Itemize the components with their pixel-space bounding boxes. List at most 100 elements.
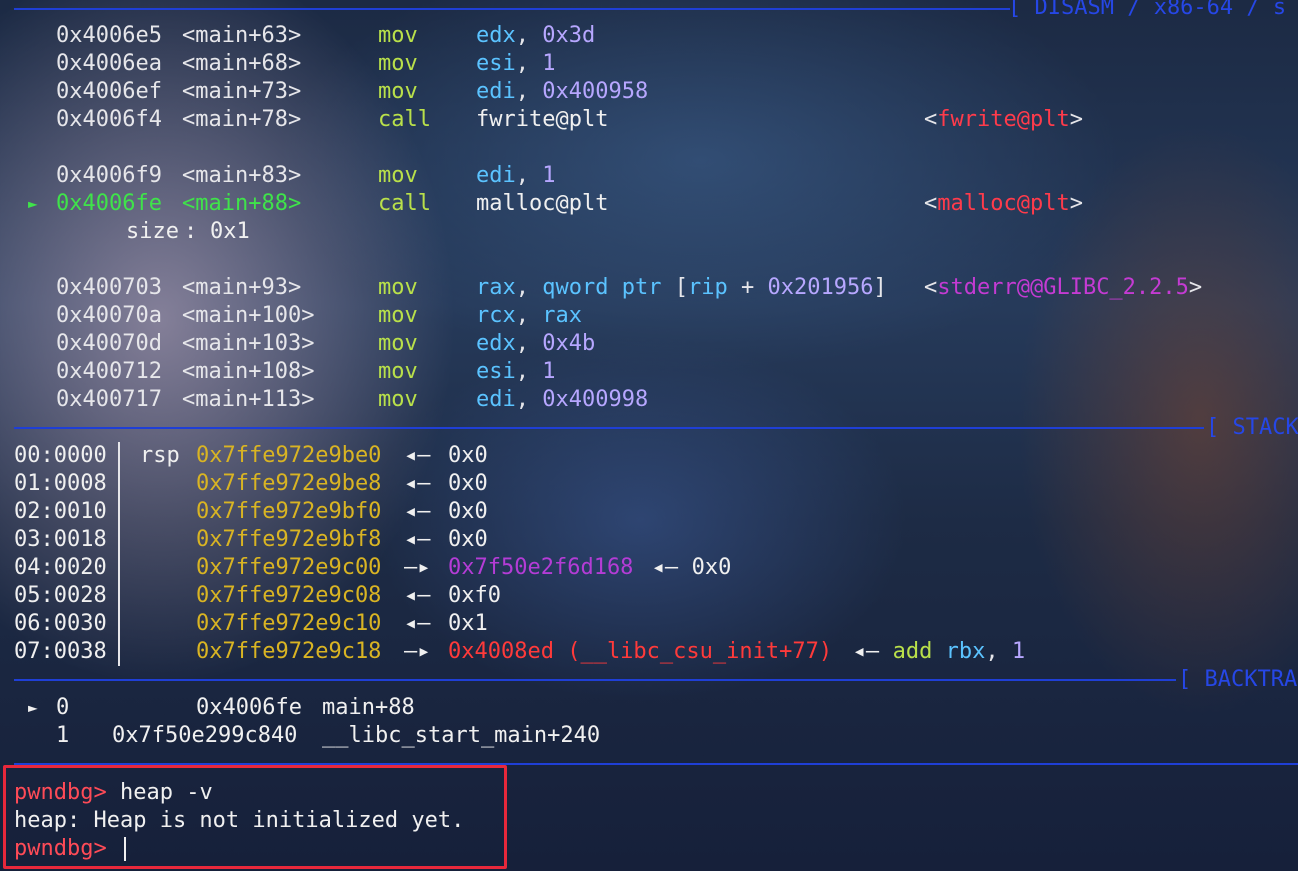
console-input-line[interactable]: pwndbg> xyxy=(14,835,126,863)
stack-offset: 07:0038 xyxy=(14,639,107,664)
stack-address: 0x7ffe972e9be8 xyxy=(196,471,382,496)
stack-section-title: [ STACK xyxy=(1206,415,1298,440)
frame-function: main+88 xyxy=(322,695,415,720)
disasm-section-title: [ DISASM / x86-64 / s xyxy=(1008,0,1287,20)
stack-value: 0x0 xyxy=(448,443,488,468)
instruction-address: 0x400703 xyxy=(56,275,162,300)
instruction-operands: edi, 0x400998 xyxy=(476,387,649,412)
operand-register: rax xyxy=(476,275,516,300)
operand-number: 0x400998 xyxy=(542,387,649,412)
stack-address: 0x7ffe972e9bf0 xyxy=(196,499,382,524)
instruction-symbol: <main+68> xyxy=(182,51,302,76)
stack-offset: 04:0020 xyxy=(14,555,107,580)
stack-value: 0x0 xyxy=(448,499,488,524)
stack-address: 0x7ffe972e9c18 xyxy=(196,639,382,664)
instruction-operands: esi, 1 xyxy=(476,359,556,384)
backtrace-section-title: [ BACKTRA xyxy=(1178,667,1298,692)
pointer-arrow: ◂— xyxy=(404,611,431,636)
instruction-symbol: <main+93> xyxy=(182,275,302,300)
stack-separator xyxy=(14,427,1204,429)
instruction-mnemonic: mov xyxy=(378,51,418,76)
stack-offset: 00:0000 xyxy=(14,443,107,468)
operand-number: 1 xyxy=(1011,639,1026,664)
frame-number: 0 xyxy=(56,695,70,720)
pointer-arrow: ◂— xyxy=(651,555,679,580)
instruction-symbol: <main+88> xyxy=(182,191,302,216)
pointed-value: 0x7f50e2f6d168 xyxy=(448,555,634,580)
instruction-mnemonic: mov xyxy=(378,387,418,412)
pointer-arrow: —▸ xyxy=(404,555,431,580)
instruction-operands: edx, 0x4b xyxy=(476,331,596,356)
symbol-annotation: <malloc@plt> xyxy=(924,191,1083,216)
symbol-name: malloc@plt xyxy=(937,191,1070,216)
instruction-mnemonic: call xyxy=(378,107,431,132)
instruction-operands: edi, 1 xyxy=(476,163,556,188)
argument-value: 0x1 xyxy=(210,219,250,244)
instruction-mnemonic: mov xyxy=(378,331,418,356)
stack-value: 0x1 xyxy=(448,611,488,636)
stack-offset: 05:0028 xyxy=(14,583,107,608)
stack-value: 0x0 xyxy=(448,527,488,552)
stack-address: 0x7ffe972e9be0 xyxy=(196,443,382,468)
prompt: pwndbg> xyxy=(14,780,107,805)
pointer-arrow: ◂— xyxy=(404,499,431,524)
stack-value: 0xf0 xyxy=(448,583,501,608)
instruction-symbol: <main+100> xyxy=(182,303,315,328)
frame-function: __libc_start_main+240 xyxy=(322,723,601,748)
stack-index-divider xyxy=(118,442,120,666)
instruction-operands: edi, 0x400958 xyxy=(476,79,649,104)
instruction-mnemonic: call xyxy=(378,191,431,216)
operand-number: 1 xyxy=(542,51,556,76)
pointer-arrow: ◂— xyxy=(404,443,431,468)
frame-number: 1 xyxy=(56,723,70,748)
frame-address: 0x7f50e299c840 xyxy=(112,723,298,748)
instruction-mnemonic: mov xyxy=(378,79,418,104)
instruction-address: 0x4006e5 xyxy=(56,23,162,48)
stack-offset: 03:0018 xyxy=(14,527,107,552)
instruction-symbol: <main+103> xyxy=(182,331,315,356)
instruction-mnemonic: mov xyxy=(378,359,418,384)
operand-number: 0x4b xyxy=(542,331,596,356)
operand-register: edx xyxy=(476,331,516,356)
prompt: pwndbg> xyxy=(14,836,107,861)
instruction-symbol: <main+63> xyxy=(182,23,302,48)
instruction-operands: fwrite@plt xyxy=(476,106,608,134)
instruction-address: 0x4006fe xyxy=(56,191,162,216)
disasm-separator xyxy=(14,8,1010,10)
pointer-arrow: ◂— xyxy=(404,471,431,496)
instruction-address: 0x40070a xyxy=(56,303,162,328)
argument-colon: : xyxy=(184,219,198,244)
instruction-address: 0x4006f4 xyxy=(56,107,162,132)
instruction-address: 0x4006f9 xyxy=(56,163,162,188)
pointed-value: 0x4008ed (__libc_csu_init+77) xyxy=(448,639,833,664)
stack-offset: 01:0008 xyxy=(14,471,107,496)
call-target: fwrite@plt xyxy=(476,107,609,132)
stack-address: 0x7ffe972e9c00 xyxy=(196,555,382,580)
frame-marker: ► xyxy=(28,698,38,717)
stack-value: 0x0 xyxy=(448,471,488,496)
stack-address: 0x7ffe972e9c08 xyxy=(196,583,382,608)
operand-register: edi xyxy=(476,79,516,104)
pointer-arrow: ◂— xyxy=(404,583,431,608)
console-command-line: pwndbg> heap -v xyxy=(14,779,213,807)
operand-register: esi xyxy=(476,359,516,384)
instruction-address: 0x40070d xyxy=(56,331,162,356)
frame-address: 0x4006fe xyxy=(196,695,302,720)
operand-number: 1 xyxy=(542,163,556,188)
current-instruction-marker: ► xyxy=(28,194,38,213)
instruction-operands: rax, qword ptr [rip + 0x201956] xyxy=(476,275,887,300)
instruction-symbol: <main+73> xyxy=(182,79,302,104)
symbol-name: stderr@@GLIBC_2.2.5 xyxy=(937,275,1189,300)
operand-number: 1 xyxy=(542,359,556,384)
instruction-operands: edx, 0x3d xyxy=(476,23,596,48)
call-target: malloc@plt xyxy=(476,191,609,216)
operand-register: rcx xyxy=(476,303,516,328)
operand-register: edi xyxy=(476,387,516,412)
pointer-arrow: —▸ xyxy=(404,639,431,664)
stack-address: 0x7ffe972e9bf8 xyxy=(196,527,382,552)
instruction-address: 0x4006ea xyxy=(56,51,162,76)
instruction-address: 0x400717 xyxy=(56,387,162,412)
text-cursor xyxy=(123,837,126,861)
symbol-annotation: <fwrite@plt> xyxy=(924,107,1083,132)
stack-register: rsp xyxy=(140,443,180,468)
